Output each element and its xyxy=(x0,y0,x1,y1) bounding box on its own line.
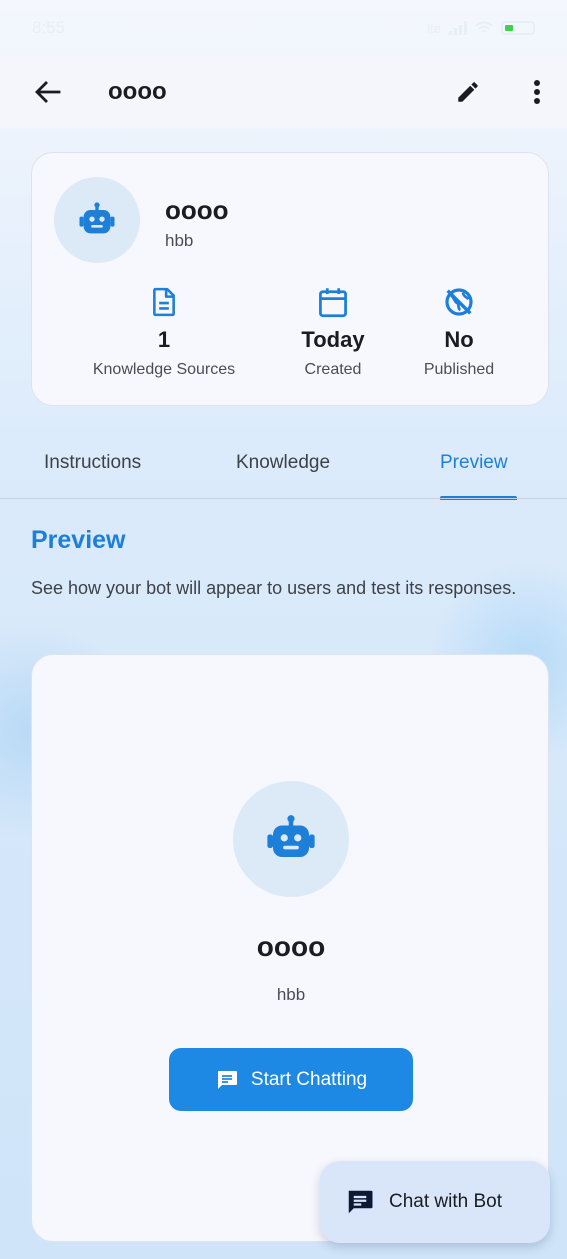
edit-button[interactable] xyxy=(450,74,486,110)
bot-description: hbb xyxy=(165,231,194,250)
bot-info-card: oooo hbb 1 Knowledge Sources Today Creat… xyxy=(31,152,549,406)
start-chatting-button[interactable]: Start Chatting xyxy=(169,1048,413,1111)
wifi-icon xyxy=(475,21,493,33)
stat-value: 1 xyxy=(157,327,171,352)
tab-divider xyxy=(0,498,567,499)
section-description: See how your bot will appear to users an… xyxy=(31,578,517,598)
robot-icon xyxy=(267,815,315,857)
arrow-left-icon xyxy=(35,81,61,103)
tab-preview[interactable]: Preview xyxy=(440,452,508,474)
document-icon xyxy=(153,287,175,317)
more-options-button[interactable] xyxy=(522,74,552,110)
battery-icon xyxy=(501,21,535,35)
preview-bot-name: oooo xyxy=(256,931,326,962)
chat-icon xyxy=(217,1070,237,1089)
signal-text: lte xyxy=(427,20,441,36)
back-button[interactable] xyxy=(32,76,64,108)
start-chatting-label: Start Chatting xyxy=(250,1068,368,1090)
tab-knowledge[interactable]: Knowledge xyxy=(236,452,330,474)
tab-bar: Instructions Knowledge Preview xyxy=(0,440,567,500)
stat-value: No xyxy=(444,327,474,352)
bot-name: oooo xyxy=(165,195,229,225)
chat-with-bot-fab[interactable]: Chat with Bot xyxy=(320,1161,550,1243)
bot-avatar xyxy=(54,177,140,263)
section-title: Preview xyxy=(31,526,126,554)
stat-published: No Published xyxy=(369,285,549,379)
app-bar: oooo xyxy=(0,56,567,128)
screen: 8:55 lte oooo oooo hbb 1 Knowledge Sourc… xyxy=(0,0,567,1259)
preview-bot-avatar xyxy=(233,781,349,897)
stat-label: Knowledge Sources xyxy=(92,361,236,378)
pencil-icon xyxy=(458,82,478,102)
page-title: oooo xyxy=(108,78,167,105)
preview-card: oooo hbb Start Chatting xyxy=(31,654,549,1242)
status-icons: lte xyxy=(427,21,535,36)
public-off-icon xyxy=(445,288,473,316)
status-time: 8:55 xyxy=(32,18,66,37)
stat-label: Published xyxy=(423,361,495,378)
tab-instructions[interactable]: Instructions xyxy=(44,452,141,474)
preview-bot-description: hbb xyxy=(276,985,306,1004)
chat-icon xyxy=(348,1190,373,1214)
stat-knowledge-sources: 1 Knowledge Sources xyxy=(74,285,254,379)
fab-label: Chat with Bot xyxy=(389,1191,502,1212)
signal-icon xyxy=(449,21,467,35)
status-bar: 8:55 lte xyxy=(0,0,567,56)
robot-icon xyxy=(79,202,115,234)
calendar-icon xyxy=(319,288,347,318)
more-vert-icon xyxy=(534,80,540,104)
